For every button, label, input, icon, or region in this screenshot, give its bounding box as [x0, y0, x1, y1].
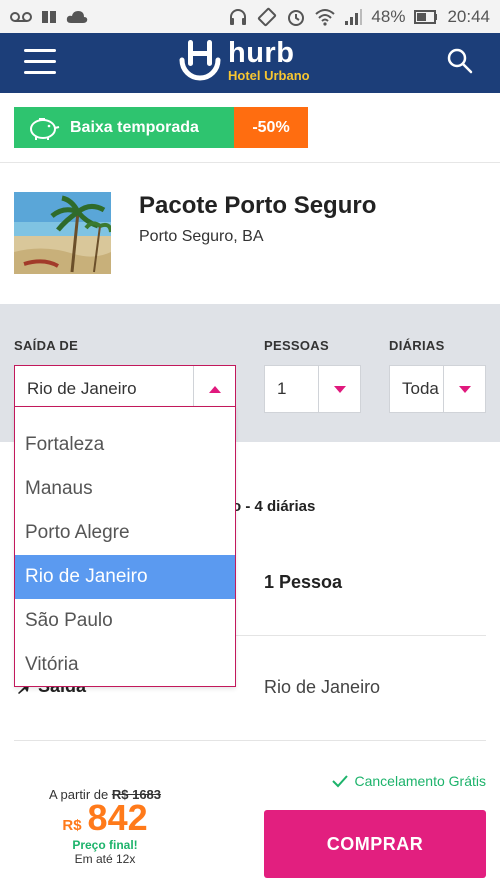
wifi-icon [315, 8, 336, 26]
price: 842 [87, 797, 148, 838]
departure-select-value: Rio de Janeiro [27, 379, 137, 398]
alarm-icon [286, 7, 306, 27]
promo-label: Baixa temporada [70, 118, 199, 136]
discount-badge: -50% [234, 107, 308, 148]
final-price-label: Preço final! [72, 838, 138, 852]
chevron-down-icon[interactable] [443, 366, 485, 412]
promo-badge: Baixa temporada -50% [14, 107, 308, 148]
brand-name: hurb [228, 36, 295, 69]
piggy-bank-icon [30, 117, 60, 140]
dropdown-option-porto-alegre[interactable]: Porto Alegre [15, 511, 235, 555]
people-label: PESSOAS [264, 338, 329, 353]
book-icon [41, 9, 57, 25]
menu-icon [24, 49, 56, 52]
departure-detail-value: Rio de Janeiro [264, 677, 381, 697]
package-card: Pacote Porto Seguro Porto Seguro, BA [0, 164, 500, 304]
dropdown-option-vitoria[interactable]: Vitória [15, 643, 235, 686]
status-bar: 48% 20:44 [0, 0, 500, 33]
cancellation-label: Cancelamento Grátis [354, 773, 486, 789]
price-block: A partir de R$ 1683 R$ 842 Preço final! … [40, 787, 170, 866]
installments: Em até 12x [74, 852, 136, 866]
voicemail-icon [10, 10, 32, 24]
battery-percentage: 48% [371, 6, 406, 26]
app-header: hurb Hotel Urbano [0, 33, 500, 93]
menu-button[interactable] [24, 49, 56, 75]
brand-subtitle: Hotel Urbano [228, 67, 310, 83]
dropdown-option-manaus[interactable]: Manaus [15, 467, 235, 511]
nights-label: DIÁRIAS [389, 338, 445, 353]
divider [14, 740, 486, 741]
departure-dropdown: Fortaleza Manaus Porto Alegre Rio de Jan… [14, 406, 236, 687]
purchase-footer: Cancelamento Grátis A partir de R$ 1683 … [0, 760, 500, 889]
people-select-value: 1 [277, 379, 287, 398]
nights-select[interactable]: Toda [389, 365, 486, 413]
free-cancellation: Cancelamento Grátis [332, 773, 486, 789]
departure-label: SAÍDA DE [14, 338, 79, 353]
battery-icon [414, 9, 438, 24]
chevron-down-icon[interactable] [318, 366, 360, 412]
rotate-icon [257, 7, 277, 27]
headphones-icon [228, 7, 248, 27]
beach-image [14, 192, 111, 274]
clock: 20:44 [447, 6, 490, 26]
people-value: 1 Pessoa [264, 572, 343, 592]
dropdown-option-sao-paulo[interactable]: São Paulo [15, 599, 235, 643]
package-location: Porto Seguro, BA [139, 228, 264, 245]
dropdown-option-rio-de-janeiro[interactable]: Rio de Janeiro [15, 555, 235, 599]
people-select[interactable]: 1 [264, 365, 361, 413]
check-icon [332, 775, 349, 788]
package-thumbnail[interactable] [14, 192, 111, 274]
search-icon [447, 48, 473, 74]
dropdown-option-fortaleza[interactable]: Fortaleza [15, 423, 235, 467]
logo[interactable]: hurb Hotel Urbano [176, 36, 310, 84]
stay-summary: o - 4 diárias [232, 498, 316, 515]
nights-select-value: Toda [402, 379, 439, 398]
promo-area: Baixa temporada -50% [0, 93, 500, 163]
currency: R$ [62, 817, 82, 834]
search-button[interactable] [446, 47, 474, 75]
cloud-icon [66, 10, 88, 24]
package-title: Pacote Porto Seguro [139, 192, 377, 219]
signal-icon [344, 8, 363, 25]
hurb-logo-icon [179, 40, 221, 81]
buy-button[interactable]: COMPRAR [264, 810, 486, 878]
